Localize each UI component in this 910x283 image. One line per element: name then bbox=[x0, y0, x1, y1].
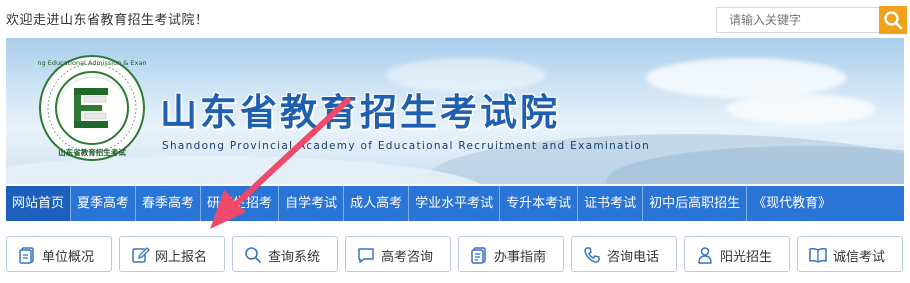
nav-item-upgrade-exam[interactable]: 专升本考试 bbox=[500, 186, 577, 221]
main-nav: 网站首页 夏季高考 春季高考 研究生招考 自学考试 成人高考 学业水平考试 专升… bbox=[6, 186, 904, 221]
nav-item-modern-education[interactable]: 《现代教育》 bbox=[747, 186, 837, 221]
quick-link-service-guide[interactable]: 办事指南 bbox=[458, 236, 564, 272]
nav-item-home[interactable]: 网站首页 bbox=[6, 186, 71, 221]
quick-link-label: 查询系统 bbox=[268, 250, 321, 265]
book-icon bbox=[809, 247, 827, 263]
person-icon bbox=[698, 247, 712, 264]
chat-icon bbox=[358, 248, 374, 263]
search-icon bbox=[245, 247, 261, 263]
banner-subtitle: Shandong Provincial Academy of Education… bbox=[162, 140, 651, 152]
quick-link-integrity-exam[interactable]: 诚信考试 bbox=[797, 236, 903, 272]
phone-icon bbox=[584, 247, 600, 263]
quick-links: 单位概况 网上报名 查询系统 高考咨询 办事指南 咨询电话 阳光招生 诚信考试 bbox=[6, 236, 904, 272]
quick-link-online-registration[interactable]: 网上报名 bbox=[119, 236, 225, 272]
quick-link-query-system[interactable]: 查询系统 bbox=[232, 236, 338, 272]
svg-text:Shandong Educational Admission: Shandong Educational Admission & Examina… bbox=[38, 59, 146, 67]
header-banner: Shandong Educational Admission & Examina… bbox=[6, 38, 904, 184]
quick-link-label: 高考咨询 bbox=[381, 250, 434, 265]
quick-link-hotline[interactable]: 咨询电话 bbox=[571, 236, 677, 272]
banner-title: 山东省教育招生考试院 bbox=[160, 91, 560, 134]
edit-icon bbox=[132, 247, 150, 263]
nav-item-self-study[interactable]: 自学考试 bbox=[279, 186, 343, 221]
nav-item-adult-exam[interactable]: 成人高考 bbox=[344, 186, 408, 221]
nav-item-proficiency-test[interactable]: 学业水平考试 bbox=[409, 186, 499, 221]
search-input[interactable] bbox=[716, 7, 880, 33]
top-bar: 欢迎走进山东省教育招生考试院！ bbox=[0, 0, 910, 38]
quick-link-label: 诚信考试 bbox=[833, 250, 886, 265]
nav-item-spring-exam[interactable]: 春季高考 bbox=[136, 186, 200, 221]
quick-link-label: 办事指南 bbox=[494, 250, 547, 265]
quick-link-label: 单位概况 bbox=[42, 250, 95, 265]
guide-icon bbox=[471, 247, 486, 264]
document-icon bbox=[19, 247, 34, 264]
nav-item-postgraduate[interactable]: 研究生招考 bbox=[201, 186, 278, 221]
nav-item-vocational-enrollment[interactable]: 初中后高职招生 bbox=[643, 186, 746, 221]
quick-link-label: 阳光招生 bbox=[720, 250, 773, 265]
quick-link-sunshine-admission[interactable]: 阳光招生 bbox=[684, 236, 790, 272]
search-button[interactable] bbox=[879, 6, 907, 34]
quick-link-label: 网上报名 bbox=[155, 250, 208, 265]
institution-logo: Shandong Educational Admission & Examina… bbox=[38, 55, 146, 161]
search-icon bbox=[884, 11, 903, 30]
welcome-text: 欢迎走进山东省教育招生考试院！ bbox=[6, 13, 209, 28]
quick-link-label: 咨询电话 bbox=[607, 250, 660, 265]
nav-item-summer-exam[interactable]: 夏季高考 bbox=[71, 186, 135, 221]
nav-item-certificate-exam[interactable]: 证书考试 bbox=[578, 186, 642, 221]
svg-text:山东省教育招生考试: 山东省教育招生考试 bbox=[58, 147, 126, 157]
quick-link-unit-overview[interactable]: 单位概况 bbox=[6, 236, 112, 272]
quick-link-exam-consult[interactable]: 高考咨询 bbox=[345, 236, 451, 272]
